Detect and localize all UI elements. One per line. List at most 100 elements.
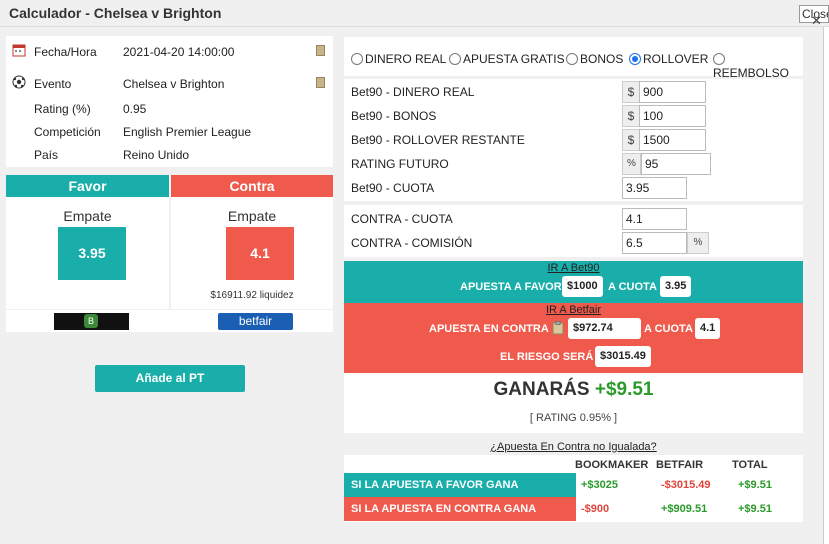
info-value: Chelsea v Brighton bbox=[123, 77, 225, 91]
profit-label: GANARÁS bbox=[493, 379, 590, 400]
info-row-event: Evento Chelsea v Brighton bbox=[6, 74, 333, 94]
copy-icon[interactable] bbox=[316, 45, 325, 56]
info-row-rating: Rating (%) 0.95 bbox=[6, 99, 333, 119]
calendar-icon bbox=[12, 44, 26, 57]
rating-futuro-input[interactable]: 95 bbox=[641, 153, 711, 175]
go-to-bet90-link[interactable]: IR A Bet90 bbox=[344, 262, 803, 274]
cuota-input[interactable]: 3.95 bbox=[622, 177, 687, 199]
cell-total: +$9.51 bbox=[738, 503, 772, 515]
add-to-pt-button[interactable]: Añade al PT bbox=[95, 365, 245, 392]
betfair-logo[interactable]: betfair bbox=[218, 313, 293, 330]
radio-rollover[interactable]: ROLLOVER bbox=[629, 52, 708, 66]
logos-row: B betfair bbox=[6, 310, 333, 332]
header-betfair: BETFAIR bbox=[656, 459, 704, 471]
info-value: 2021-04-20 14:00:00 bbox=[123, 45, 235, 59]
contra-odds-box: Empate 4.1 $16911.92 liquidez bbox=[171, 197, 333, 309]
radio-bonos[interactable]: BONOS bbox=[566, 52, 623, 66]
contra-comision-input[interactable]: 6.5 bbox=[622, 232, 687, 254]
percent-addon: % bbox=[687, 232, 709, 254]
at-odds-label: A CUOTA bbox=[644, 323, 693, 335]
clipboard-icon[interactable] bbox=[552, 321, 564, 335]
currency-addon: $ bbox=[622, 81, 640, 103]
betfair-logo-text: betfair bbox=[238, 314, 273, 328]
info-row-country: País Reino Unido bbox=[6, 145, 333, 165]
cell-bookmaker: +$3025 bbox=[581, 479, 619, 491]
profit-amount: +$9.51 bbox=[594, 379, 654, 400]
cell-betfair: +$909.51 bbox=[661, 503, 708, 515]
event-info-panel: Fecha/Hora 2021-04-20 14:00:00 Evento Ch… bbox=[6, 36, 333, 167]
outcome-table: BOOKMAKER BETFAIR TOTAL SI LA APUESTA A … bbox=[344, 455, 803, 522]
bet-favor-odds[interactable]: 3.95 bbox=[660, 276, 692, 297]
mode-radio-group: DINERO REAL APUESTA GRATIS BONOS ROLLOVE… bbox=[344, 37, 803, 80]
radio-dot[interactable] bbox=[351, 53, 363, 65]
copy-icon[interactable] bbox=[316, 77, 325, 88]
close-icon[interactable]: ✕ bbox=[811, 13, 822, 29]
info-row-date: Fecha/Hora 2021-04-20 14:00:00 bbox=[6, 42, 333, 62]
info-label: Fecha/Hora bbox=[34, 45, 97, 59]
table-row: SI LA APUESTA A FAVOR GANA +$3025 -$3015… bbox=[344, 473, 803, 497]
risk-label: EL RIESGO SERÁ bbox=[500, 351, 594, 363]
info-value: Reino Unido bbox=[123, 148, 190, 162]
contra-cuota-input[interactable]: 4.1 bbox=[622, 208, 687, 230]
radio-dinero-real[interactable]: DINERO REAL bbox=[351, 52, 446, 66]
dinero-real-input[interactable]: 900 bbox=[639, 81, 706, 103]
row-caption: SI LA APUESTA A FAVOR GANA bbox=[344, 473, 576, 497]
radio-apuesta-gratis[interactable]: APUESTA GRATIS bbox=[449, 52, 565, 66]
info-label: Rating (%) bbox=[34, 102, 91, 116]
bet-favor-block: IR A Bet90 APUESTA A FAVOR $1000 A CUOTA… bbox=[344, 261, 803, 303]
background-page-strip bbox=[823, 27, 829, 544]
risk-amount: $3015.49 bbox=[595, 346, 651, 367]
contra-liquidity: $16911.92 liquidez bbox=[210, 290, 294, 301]
bet90-logo[interactable]: B bbox=[54, 313, 129, 330]
profit-summary: GANARÁS +$9.51 bbox=[344, 379, 803, 401]
field-contra-comision: CONTRA - COMISIÓN 6.5 % bbox=[344, 232, 803, 254]
at-odds-label: A CUOTA bbox=[608, 281, 657, 293]
field-rollover: Bet90 - ROLLOVER RESTANTE $ 1500 bbox=[344, 129, 803, 151]
field-rating-futuro: RATING FUTURO % 95 bbox=[344, 153, 803, 175]
radio-dot[interactable] bbox=[449, 53, 461, 65]
radio-dot[interactable] bbox=[713, 53, 725, 65]
favor-odds-box: Empate 3.95 bbox=[6, 197, 169, 309]
radio-dot[interactable] bbox=[566, 53, 578, 65]
bet-contra-amount[interactable]: $972.74 bbox=[568, 318, 641, 339]
info-value: English Premier League bbox=[123, 125, 252, 139]
result-panel: GANARÁS +$9.51 [ RATING 0.95% ] bbox=[344, 373, 803, 433]
dialog-titlebar: Calculador - Chelsea v Brighton Close ✕ bbox=[0, 0, 829, 29]
bet-contra-odds[interactable]: 4.1 bbox=[695, 318, 721, 339]
exchange-fields: CONTRA - CUOTA 4.1 CONTRA - COMISIÓN 6.5… bbox=[344, 205, 803, 257]
cell-bookmaker: -$900 bbox=[581, 503, 610, 515]
field-contra-cuota: CONTRA - CUOTA 4.1 bbox=[344, 208, 803, 230]
info-label: País bbox=[34, 148, 59, 162]
radio-reembolso[interactable]: REEMBOLSO bbox=[713, 52, 803, 80]
contra-header: Contra bbox=[171, 175, 333, 197]
bet90-badge-icon: B bbox=[84, 314, 98, 328]
unmatched-bet-link[interactable]: ¿Apuesta En Contra no Igualada? bbox=[344, 441, 803, 453]
row-caption: SI LA APUESTA EN CONTRA GANA bbox=[344, 497, 576, 521]
info-value: 0.95 bbox=[123, 102, 147, 116]
table-row: SI LA APUESTA EN CONTRA GANA -$900 +$909… bbox=[344, 497, 803, 521]
radio-dot-selected[interactable] bbox=[629, 53, 641, 65]
field-bonos: Bet90 - BONOS $ 100 bbox=[344, 105, 803, 127]
header-bookmaker: BOOKMAKER bbox=[575, 459, 649, 471]
rollover-input[interactable]: 1500 bbox=[639, 129, 706, 151]
bet-contra-label: APUESTA EN CONTRA bbox=[429, 323, 549, 335]
favor-selection: Empate bbox=[63, 208, 112, 224]
bet-contra-block: IR A Betfair APUESTA EN CONTRA $972.74 A… bbox=[344, 303, 803, 373]
header-total: TOTAL bbox=[732, 459, 768, 471]
field-cuota: Bet90 - CUOTA 3.95 bbox=[344, 177, 803, 199]
go-to-betfair-link[interactable]: IR A Betfair bbox=[344, 304, 803, 316]
contra-selection: Empate bbox=[227, 208, 277, 224]
bet-favor-amount[interactable]: $1000 bbox=[562, 276, 603, 297]
info-label: Evento bbox=[34, 77, 72, 91]
favor-odds-tile[interactable]: 3.95 bbox=[58, 227, 126, 280]
soccer-ball-icon bbox=[12, 75, 26, 89]
currency-addon: $ bbox=[622, 129, 640, 151]
contra-odds-tile[interactable]: 4.1 bbox=[226, 227, 294, 280]
bonos-input[interactable]: 100 bbox=[639, 105, 706, 127]
currency-addon: $ bbox=[622, 105, 640, 127]
field-dinero-real: Bet90 - DINERO REAL $ 900 bbox=[344, 81, 803, 103]
bookmaker-fields: Bet90 - DINERO REAL $ 900 Bet90 - BONOS … bbox=[344, 79, 803, 201]
percent-addon: % bbox=[622, 153, 641, 175]
bet-favor-label: APUESTA A FAVOR bbox=[460, 281, 562, 293]
info-label: Competición bbox=[34, 125, 101, 139]
